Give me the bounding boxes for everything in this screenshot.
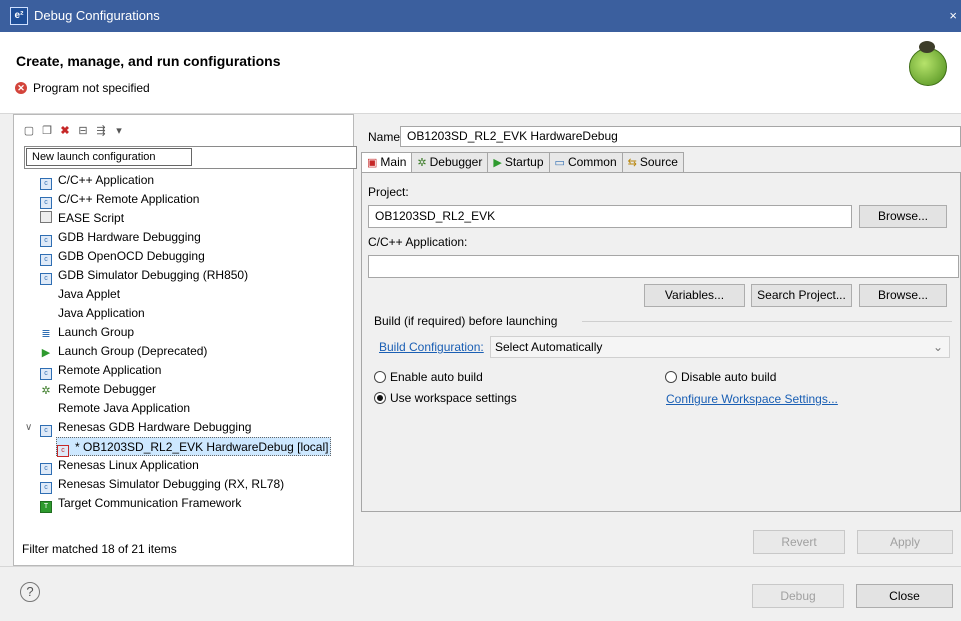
tree-item-renesas-linux-application[interactable]: c Renesas Linux Application bbox=[40, 456, 199, 475]
tab-source[interactable]: ⇆ Source bbox=[621, 152, 684, 173]
common-tab-icon: ▭ bbox=[554, 157, 565, 169]
disable-auto-build-radio[interactable]: Disable auto build bbox=[665, 370, 776, 384]
tree-item-launch-group[interactable]: ≣ Launch Group bbox=[40, 323, 134, 342]
source-tab-icon: ⇆ bbox=[627, 157, 637, 169]
name-field[interactable]: OB1203SD_RL2_EVK HardwareDebug bbox=[400, 126, 961, 147]
tree-item-target-communication[interactable]: T Target Communication Framework bbox=[40, 494, 241, 513]
app-icon: e² bbox=[10, 7, 28, 25]
delete-icon[interactable]: ✖ bbox=[58, 124, 72, 138]
startup-tab-icon: ▶ bbox=[493, 157, 502, 169]
close-button[interactable]: Close bbox=[856, 584, 953, 608]
collapse-all-icon[interactable]: ⊟ bbox=[76, 124, 90, 138]
radio-dot bbox=[374, 371, 386, 383]
tree-item-remote-debugger[interactable]: ✲ Remote Debugger bbox=[40, 380, 156, 399]
gdb-openocd-icon: c bbox=[40, 254, 52, 266]
application-label: C/C++ Application: bbox=[368, 235, 468, 249]
config-tabs: ▣ Main ✲ Debugger ▶ Startup ▭ Common ⇆ Source bbox=[361, 152, 684, 173]
new-config-icon[interactable]: ▢ bbox=[22, 124, 36, 138]
launch-group-icon: ≣ bbox=[41, 328, 51, 340]
tree-item-renesas-simulator[interactable]: c Renesas Simulator Debugging (RX, RL78) bbox=[40, 475, 284, 494]
view-menu-icon[interactable]: ▾ bbox=[112, 124, 126, 138]
tree-item-gdb-hardware[interactable]: c GDB Hardware Debugging bbox=[40, 228, 201, 247]
filter-status: Filter matched 18 of 21 items bbox=[22, 542, 177, 556]
error-icon: ✕ bbox=[15, 82, 27, 94]
tab-debugger[interactable]: ✲ Debugger bbox=[411, 152, 488, 173]
variables-button[interactable]: Variables... bbox=[644, 284, 745, 307]
browse-application-button[interactable]: Browse... bbox=[859, 284, 947, 307]
dialog-heading: Create, manage, and run configurations bbox=[16, 53, 281, 69]
tooltip: New launch configuration bbox=[26, 148, 192, 166]
window-title: Debug Configurations bbox=[34, 8, 160, 23]
revert-button[interactable]: Revert bbox=[753, 530, 845, 554]
tab-startup[interactable]: ▶ Startup bbox=[487, 152, 549, 173]
tree-toolbar: ▢ ❐ ✖ ⊟ ⇶ ▾ bbox=[22, 123, 126, 139]
debug-button[interactable]: Debug bbox=[752, 584, 844, 608]
application-field[interactable] bbox=[368, 255, 959, 278]
build-configuration-select[interactable]: Select Automatically ⌄ bbox=[490, 336, 950, 358]
script-icon bbox=[40, 211, 52, 223]
debug-bug-icon bbox=[909, 41, 947, 86]
use-workspace-settings-radio[interactable]: Use workspace settings bbox=[374, 391, 517, 405]
build-group-label: Build (if required) before launching bbox=[374, 314, 558, 328]
simulator-icon: c bbox=[40, 482, 52, 494]
renesas-gdb-icon: c bbox=[40, 425, 52, 437]
build-configuration-link[interactable]: Build Configuration: bbox=[379, 340, 484, 354]
project-field[interactable]: OB1203SD_RL2_EVK bbox=[368, 205, 852, 228]
configure-workspace-link[interactable]: Configure Workspace Settings... bbox=[666, 392, 838, 406]
tree-item-gdb-simulator[interactable]: c GDB Simulator Debugging (RH850) bbox=[40, 266, 248, 285]
tree-item-java-applet[interactable]: Java Applet bbox=[58, 285, 120, 304]
configuration-tree-panel: ▢ ❐ ✖ ⊟ ⇶ ▾ New launch configuration c C/… bbox=[13, 114, 357, 566]
run-icon: ▶ bbox=[41, 347, 51, 359]
name-label: Name: bbox=[368, 130, 404, 144]
build-configuration-value: Select Automatically bbox=[495, 340, 603, 354]
tree-item-renesas-gdb-hardware[interactable]: c Renesas GDB Hardware Debugging bbox=[40, 418, 251, 437]
main-tab-content: Project: OB1203SD_RL2_EVK Browse... C/C+… bbox=[361, 172, 961, 512]
duplicate-icon[interactable]: ❐ bbox=[40, 124, 54, 138]
remote-app-icon: c bbox=[40, 368, 52, 380]
tree-item-remote-java-application[interactable]: Remote Java Application bbox=[58, 399, 190, 418]
tree-item-c-remote-application[interactable]: c C/C++ Remote Application bbox=[40, 190, 199, 209]
build-group-divider bbox=[582, 321, 952, 322]
configuration-editor: Name: OB1203SD_RL2_EVK HardwareDebug ▣ Ma… bbox=[361, 114, 961, 566]
filter-icon[interactable]: ⇶ bbox=[94, 124, 108, 138]
project-label: Project: bbox=[368, 185, 409, 199]
radio-dot-selected bbox=[374, 392, 386, 404]
radio-dot bbox=[665, 371, 677, 383]
browse-project-button[interactable]: Browse... bbox=[859, 205, 947, 228]
chevron-down-icon[interactable]: ∨ bbox=[25, 422, 32, 433]
linux-app-icon: c bbox=[40, 463, 52, 475]
error-message: Program not specified bbox=[33, 81, 150, 95]
main-tab-icon: ▣ bbox=[367, 157, 378, 169]
tree-item-c-application[interactable]: c C/C++ Application bbox=[40, 171, 154, 190]
help-icon[interactable]: ? bbox=[20, 582, 40, 602]
close-window-icon[interactable]: × bbox=[949, 8, 957, 23]
enable-auto-build-radio[interactable]: Enable auto build bbox=[374, 370, 483, 384]
c-app-icon: c bbox=[40, 178, 52, 190]
dialog-header: Create, manage, and run configurations ✕… bbox=[0, 32, 961, 114]
tree-item-gdb-openocd[interactable]: c GDB OpenOCD Debugging bbox=[40, 247, 205, 266]
title-bar: e² Debug Configurations × bbox=[0, 0, 961, 32]
tree-item-ease-script[interactable]: EASE Script bbox=[40, 209, 124, 228]
remote-debugger-icon: ✲ bbox=[41, 385, 51, 397]
tcf-icon: T bbox=[40, 501, 52, 513]
apply-button[interactable]: Apply bbox=[857, 530, 953, 554]
tab-common[interactable]: ▭ Common bbox=[548, 152, 622, 173]
tree-item-java-application[interactable]: Java Application bbox=[58, 304, 145, 323]
chevron-down-icon: ⌄ bbox=[932, 340, 943, 354]
tree-item-launch-group-deprecated[interactable]: ▶ Launch Group (Deprecated) bbox=[40, 342, 208, 361]
gdb-hw-icon: c bbox=[40, 235, 52, 247]
tree-item-selected-config[interactable]: c * OB1203SD_RL2_EVK HardwareDebug [local… bbox=[56, 437, 332, 457]
footer-divider bbox=[0, 566, 961, 567]
c-remote-icon: c bbox=[40, 197, 52, 209]
search-project-button[interactable]: Search Project... bbox=[751, 284, 852, 307]
gdb-sim-icon: c bbox=[40, 273, 52, 285]
tree-item-remote-application[interactable]: c Remote Application bbox=[40, 361, 161, 380]
tab-main[interactable]: ▣ Main bbox=[361, 152, 412, 173]
debugger-tab-icon: ✲ bbox=[417, 157, 427, 169]
